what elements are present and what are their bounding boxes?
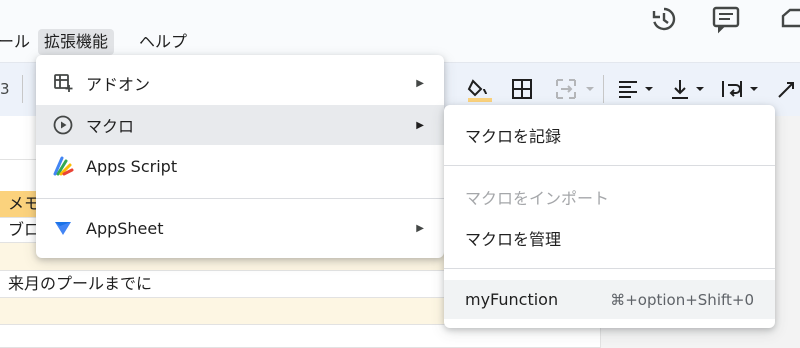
toolbar-divider	[22, 75, 23, 103]
menu-divider	[36, 198, 444, 199]
menu-item-macros-label: マクロ	[86, 117, 135, 136]
toolbar-divider-2	[603, 75, 604, 103]
menu-help[interactable]: ヘルプ	[133, 29, 193, 55]
history-icon[interactable]	[649, 4, 679, 34]
menu-tools[interactable]: ール	[0, 29, 36, 55]
vertical-align-icon[interactable]	[670, 77, 710, 101]
play-circle-icon	[52, 114, 74, 136]
submenu-arrow-icon: ▶	[416, 119, 424, 131]
manage-macros-item[interactable]: マクロを管理	[465, 226, 561, 250]
addon-icon	[52, 72, 74, 94]
menu-item-appsheet[interactable]: AppSheet ▶	[36, 208, 444, 248]
menu-item-appsheet-label: AppSheet	[86, 218, 164, 238]
import-macro-item: マクロをインポート	[465, 189, 610, 208]
menu-divider	[444, 268, 775, 269]
menu-item-addons-label: アドオン	[86, 75, 151, 94]
menu-item-macros[interactable]: マクロ ▶	[36, 105, 444, 145]
comment-icon[interactable]	[711, 4, 741, 34]
macro-item-myfunction[interactable]: myFunction ⌘+option+Shift+0	[444, 280, 775, 319]
menu-divider	[444, 165, 775, 166]
menu-bar: ール 拡張機能 ヘルプ	[0, 0, 800, 62]
borders-icon[interactable]	[510, 77, 534, 101]
submenu-arrow-icon: ▶	[416, 222, 424, 234]
meet-icon[interactable]	[778, 4, 800, 34]
text-wrap-icon[interactable]	[720, 77, 764, 101]
macros-submenu: マクロを記録 マクロをインポート マクロを管理 myFunction ⌘+opt…	[444, 105, 775, 328]
font-size-value[interactable]: 3	[0, 80, 10, 98]
menu-item-apps-script[interactable]: Apps Script	[36, 146, 444, 186]
macro-function-name: myFunction	[465, 290, 559, 309]
record-macro-item[interactable]: マクロを記録	[465, 123, 561, 147]
submenu-arrow-icon: ▶	[416, 77, 424, 89]
extensions-menu: アドオン ▶ マクロ ▶ Apps Script AppSheet ▶	[36, 55, 444, 258]
macro-shortcut: ⌘+option+Shift+0	[610, 290, 754, 309]
apps-script-icon	[52, 155, 74, 177]
menu-item-addons[interactable]: アドオン ▶	[36, 63, 444, 103]
menu-extensions[interactable]: 拡張機能	[38, 29, 115, 55]
cell-row-6[interactable]	[0, 325, 600, 348]
menu-item-apps-script-label: Apps Script	[86, 156, 178, 176]
fill-color-icon[interactable]	[466, 77, 494, 102]
align-left-icon[interactable]	[617, 77, 659, 101]
merge-cells-icon[interactable]	[554, 77, 600, 101]
appsheet-icon	[52, 217, 74, 239]
text-rotation-icon[interactable]	[775, 77, 800, 101]
